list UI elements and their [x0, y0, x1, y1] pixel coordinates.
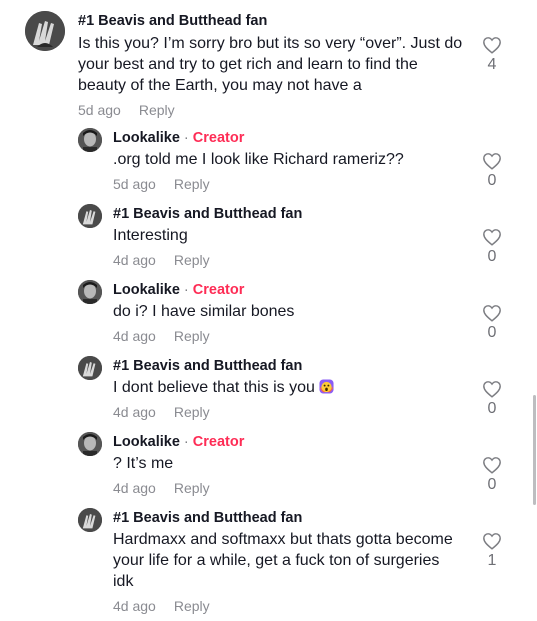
comment-author[interactable]: #1 Beavis and Butthead fan: [113, 205, 302, 223]
portrait-avatar-icon: [78, 432, 102, 456]
avatar[interactable]: [78, 128, 102, 152]
author-name[interactable]: Lookalike: [113, 434, 180, 450]
comment-author[interactable]: #1 Beavis and Butthead fan: [78, 12, 267, 30]
separator-dot: ·: [183, 434, 189, 450]
comment-author[interactable]: Lookalike · Creator: [113, 129, 244, 147]
like-count: 0: [487, 172, 497, 189]
like-button[interactable]: 0: [477, 456, 507, 494]
heart-icon: [483, 457, 501, 474]
avatar[interactable]: [78, 508, 102, 532]
fingers-avatar-icon: [25, 11, 65, 51]
avatar[interactable]: [78, 280, 102, 304]
separator-dot: ·: [183, 130, 189, 146]
heart-icon: [483, 37, 501, 54]
comment-meta: 5d ago Reply: [78, 101, 175, 119]
reply-button[interactable]: Reply: [174, 480, 210, 496]
comment-meta: 5d ago Reply: [113, 175, 210, 193]
comment-time: 4d ago: [113, 328, 156, 344]
like-button[interactable]: 0: [477, 228, 507, 266]
like-count: 1: [487, 552, 497, 569]
like-count: 4: [487, 56, 497, 73]
separator-dot: ·: [183, 282, 189, 298]
shocked-face-emoji-icon: [319, 379, 334, 394]
author-name[interactable]: #1 Beavis and Butthead fan: [78, 13, 267, 29]
like-button[interactable]: 0: [477, 304, 507, 342]
author-name[interactable]: #1 Beavis and Butthead fan: [113, 358, 302, 374]
like-count: 0: [487, 324, 497, 341]
reply-button[interactable]: Reply: [174, 598, 210, 614]
like-button[interactable]: 0: [477, 152, 507, 190]
heart-icon: [483, 533, 501, 550]
reply-button[interactable]: Reply: [174, 328, 210, 344]
comment-text: ? It’s me: [113, 455, 174, 472]
avatar[interactable]: [78, 432, 102, 456]
comment-text: Hardmaxx and softmaxx but thats gotta be…: [113, 531, 453, 590]
scrollbar[interactable]: [533, 395, 536, 505]
heart-icon: [483, 381, 501, 398]
like-count: 0: [487, 248, 497, 265]
comment-author[interactable]: #1 Beavis and Butthead fan: [113, 509, 302, 527]
comment-time: 4d ago: [113, 252, 156, 268]
portrait-avatar-icon: [78, 280, 102, 304]
comment-meta: 4d ago Reply: [113, 479, 210, 497]
like-count: 0: [487, 400, 497, 417]
comment-author[interactable]: Lookalike · Creator: [113, 281, 244, 299]
comment-time: 4d ago: [113, 404, 156, 420]
heart-icon: [483, 153, 501, 170]
author-name[interactable]: Lookalike: [113, 130, 180, 146]
comment-meta: 4d ago Reply: [113, 327, 210, 345]
comment-meta: 4d ago Reply: [113, 403, 210, 421]
heart-icon: [483, 305, 501, 322]
like-button[interactable]: 4: [477, 36, 507, 74]
comment-meta: 4d ago Reply: [113, 597, 210, 615]
author-name[interactable]: #1 Beavis and Butthead fan: [113, 206, 302, 222]
comment-meta: 4d ago Reply: [113, 251, 210, 269]
comment-time: 5d ago: [78, 102, 121, 118]
comment-text: Interesting: [113, 227, 188, 244]
comment-text: I dont believe that this is you: [113, 377, 463, 398]
portrait-avatar-icon: [78, 128, 102, 152]
reply-button[interactable]: Reply: [174, 252, 210, 268]
fingers-avatar-icon: [78, 204, 102, 228]
reply-button[interactable]: Reply: [174, 176, 210, 192]
comment-text: .org told me I look like Richard rameriz…: [113, 151, 404, 168]
comment-text: Is this you? I’m sorry bro but its so ve…: [78, 35, 463, 94]
avatar[interactable]: [25, 11, 65, 51]
comment-time: 5d ago: [113, 176, 156, 192]
comment-author[interactable]: #1 Beavis and Butthead fan: [113, 357, 302, 375]
comment-text-content: I dont believe that this is you: [113, 379, 315, 396]
comment-text: do i? I have similar bones: [113, 303, 295, 320]
reply-button[interactable]: Reply: [174, 404, 210, 420]
creator-badge: Creator: [192, 130, 245, 146]
avatar[interactable]: [78, 204, 102, 228]
like-button[interactable]: 0: [477, 380, 507, 418]
like-count: 0: [487, 476, 497, 493]
reply-button[interactable]: Reply: [139, 102, 175, 118]
author-name[interactable]: #1 Beavis and Butthead fan: [113, 510, 302, 526]
comment-time: 4d ago: [113, 480, 156, 496]
author-name[interactable]: Lookalike: [113, 282, 180, 298]
avatar[interactable]: [78, 356, 102, 380]
fingers-avatar-icon: [78, 508, 102, 532]
comment-time: 4d ago: [113, 598, 156, 614]
like-button[interactable]: 1: [477, 532, 507, 570]
comment-author[interactable]: Lookalike · Creator: [113, 433, 244, 451]
heart-icon: [483, 229, 501, 246]
creator-badge: Creator: [192, 282, 245, 298]
fingers-avatar-icon: [78, 356, 102, 380]
creator-badge: Creator: [192, 434, 245, 450]
